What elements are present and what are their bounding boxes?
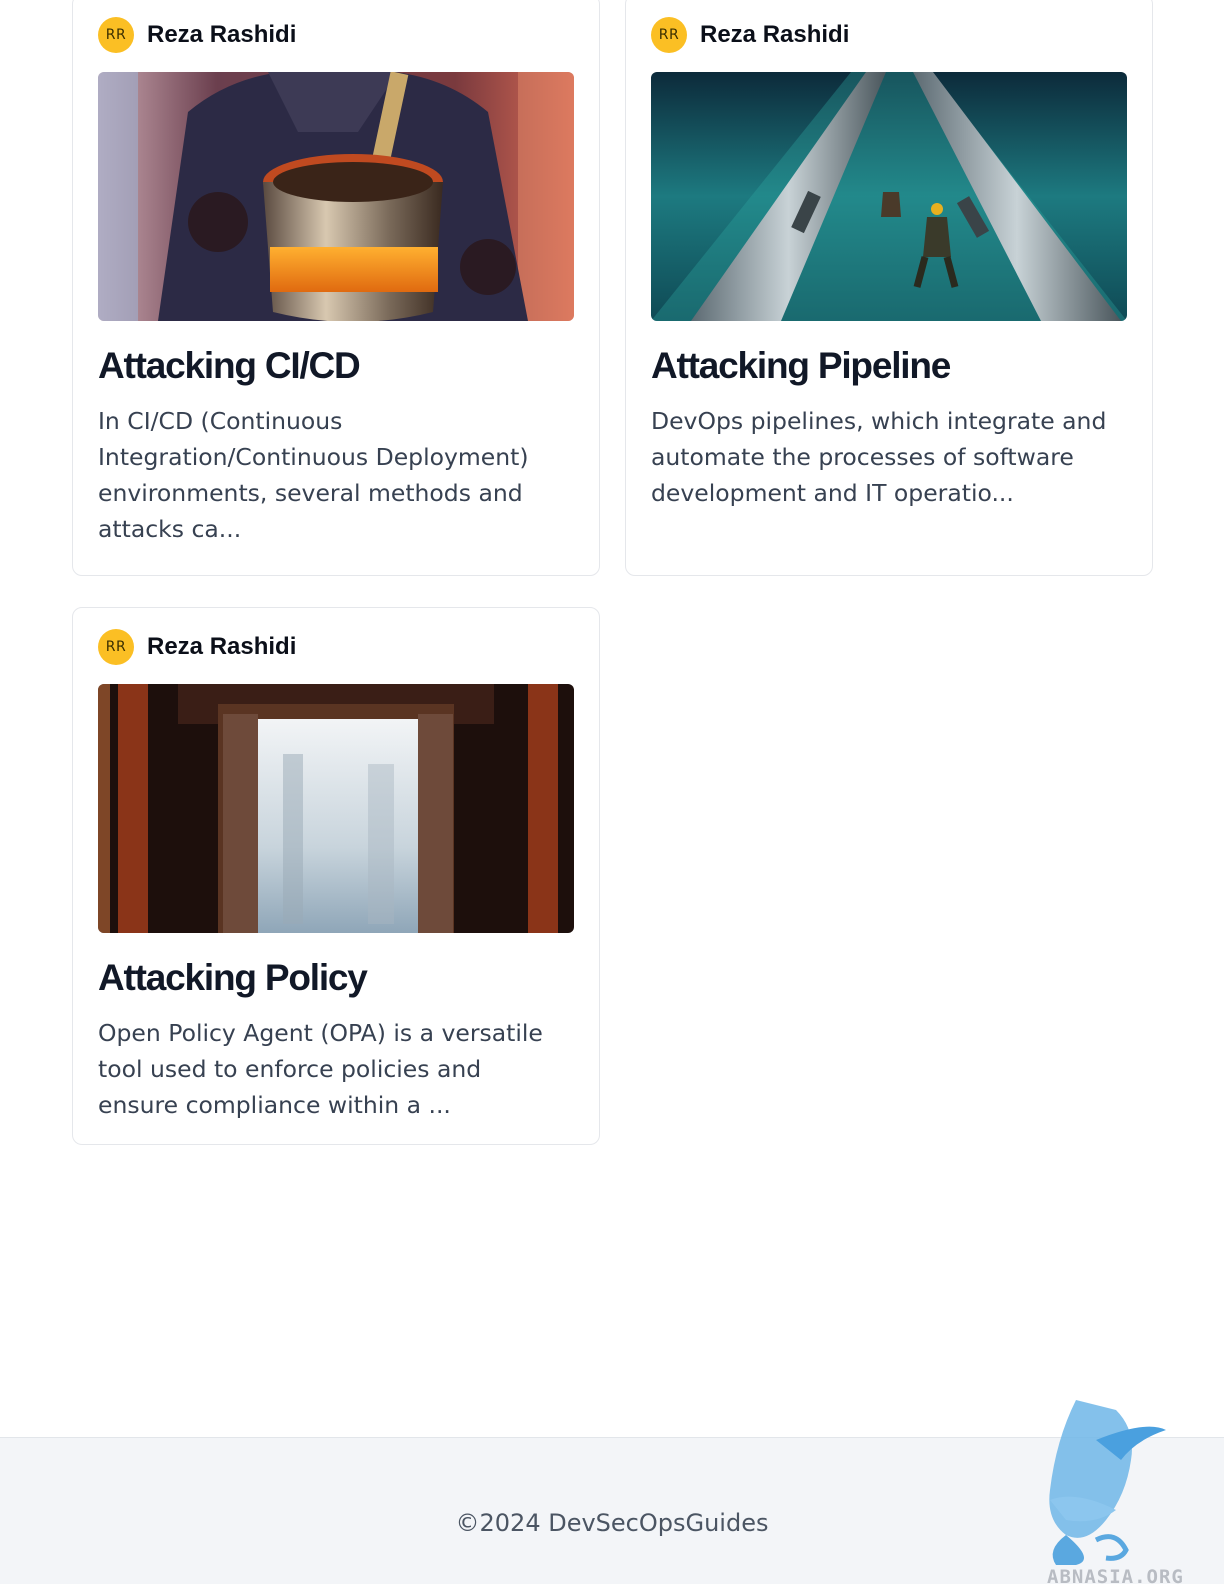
post-thumbnail[interactable]: [98, 684, 574, 933]
post-author[interactable]: RR Reza Rashidi: [98, 628, 574, 666]
author-avatar: RR: [98, 17, 134, 53]
post-thumbnail[interactable]: [651, 72, 1127, 321]
post-image-pipeline: [651, 72, 1127, 321]
watermark-text: ABNASIA.ORG: [1047, 1566, 1184, 1584]
post-title[interactable]: Attacking CI/CD: [98, 343, 574, 389]
post-title[interactable]: Attacking Policy: [98, 955, 574, 1001]
post-card[interactable]: RR Reza Rashidi: [72, 607, 600, 1145]
post-title[interactable]: Attacking Pipeline: [651, 343, 1127, 389]
post-card[interactable]: RR Reza Rashidi: [625, 0, 1153, 576]
post-excerpt: Open Policy Agent (OPA) is a versatile t…: [98, 1019, 543, 1119]
post-excerpt: In CI/CD (Continuous Integration/Continu…: [98, 407, 529, 543]
post-author[interactable]: RR Reza Rashidi: [98, 16, 574, 54]
author-name: Reza Rashidi: [147, 21, 297, 48]
post-excerpt: DevOps pipelines, which integrate and au…: [651, 407, 1107, 507]
author-avatar: RR: [98, 629, 134, 665]
author-avatar: RR: [651, 17, 687, 53]
watermark-griffin-icon: [1049, 1400, 1166, 1565]
post-card[interactable]: RR Reza Rashidi: [72, 0, 600, 576]
page: RR Reza Rashidi Attacking CI/CD In CI/CD…: [0, 0, 1224, 1584]
post-author[interactable]: RR Reza Rashidi: [651, 16, 1127, 54]
author-name: Reza Rashidi: [700, 21, 850, 48]
author-name: Reza Rashidi: [147, 633, 297, 660]
post-image-policy: [98, 684, 574, 933]
post-thumbnail[interactable]: [98, 72, 574, 321]
post-image-cicd: [98, 72, 574, 321]
